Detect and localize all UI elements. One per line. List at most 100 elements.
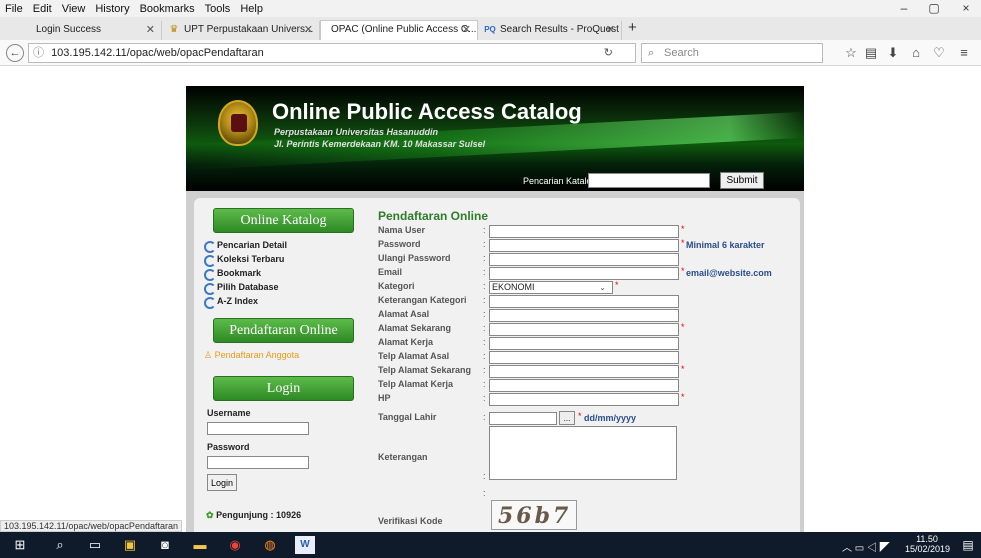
tab-login-success[interactable]: Login Success ✕ [14, 21, 162, 40]
alamat-kerja-label: Alamat Kerja [378, 337, 434, 347]
alamat-sekarang-input[interactable] [489, 323, 679, 336]
nav-pencarian-detail[interactable]: Pencarian Detail [204, 240, 287, 253]
login-button[interactable]: Login [207, 474, 237, 491]
ulangi-password-input[interactable] [489, 253, 679, 266]
nav-bookmark[interactable]: Bookmark [204, 268, 261, 281]
navigation-bar: ← ⓘ 103.195.142.11/opac/web/opacPendafta… [0, 40, 981, 66]
telp-alamat-asal-input[interactable] [489, 351, 679, 364]
date-format-hint: dd/mm/yyyy [584, 413, 637, 423]
url-bar[interactable]: ⓘ 103.195.142.11/opac/web/opacPendaftara… [28, 43, 636, 63]
catalog-search-input[interactable] [588, 173, 710, 188]
tab-upt-perpustakaan[interactable]: ♛ UPT Perpustakaan Univers... ✕ [162, 21, 320, 40]
menu-help[interactable]: Help [235, 3, 268, 15]
menu-bookmarks[interactable]: Bookmarks [135, 3, 200, 15]
alamat-asal-input[interactable] [489, 309, 679, 322]
search-icon[interactable]: ⌕ [50, 536, 70, 554]
tab-close-icon[interactable]: ✕ [146, 23, 155, 36]
required-mark: * [681, 266, 685, 276]
notification-icon[interactable]: ▤ [958, 536, 978, 554]
reload-icon[interactable]: ↻ [604, 44, 613, 62]
tab-opac[interactable]: OPAC (Online Public Access C... ✕ [320, 20, 478, 40]
minimize-button[interactable]: – [889, 0, 919, 17]
menu-tools[interactable]: Tools [200, 3, 236, 15]
online-katalog-heading: Online Katalog [213, 208, 354, 233]
tab-proquest[interactable]: PQ Search Results - ProQuest ✕ [478, 21, 622, 40]
colon: : [483, 239, 486, 249]
pendaftaran-online-heading: Pendaftaran Online [213, 318, 354, 343]
telp-alamat-sekarang-input[interactable] [489, 365, 679, 378]
required-mark: * [681, 364, 685, 374]
date-picker-button[interactable]: ... [559, 411, 575, 425]
kategori-label: Kategori [378, 281, 415, 291]
file-explorer-icon[interactable]: ▬ [190, 536, 210, 554]
colon: : [483, 471, 486, 481]
close-window-button[interactable]: × [951, 0, 981, 17]
nav-pilih-database[interactable]: Pilih Database [204, 282, 279, 295]
colon: : [483, 412, 486, 422]
colon: : [483, 295, 486, 305]
kategori-select[interactable]: EKONOMI ⌄ [489, 281, 613, 294]
windows-start-icon[interactable]: ⊞ [10, 536, 30, 554]
keterangan-textarea[interactable] [489, 426, 677, 480]
colon: : [483, 351, 486, 361]
catalog-search: Pencarian Katalog Submit [186, 172, 804, 191]
tab-close-icon[interactable]: ✕ [462, 23, 471, 36]
colon: : [483, 281, 486, 291]
store-icon[interactable]: ▣ [120, 536, 140, 554]
restore-button[interactable]: ▢ [919, 0, 949, 17]
keterangan-kategori-input[interactable] [489, 295, 679, 308]
search-input[interactable]: ⌕ Search [641, 43, 823, 63]
menu-hamburger-icon[interactable]: ≡ [955, 44, 973, 62]
alamat-asal-label: Alamat Asal [378, 309, 430, 319]
password-field-input[interactable] [489, 239, 679, 252]
hp-input[interactable] [489, 393, 679, 406]
tab-label: Login Success [36, 24, 102, 35]
nav-koleksi-terbaru[interactable]: Koleksi Terbaru [204, 254, 284, 267]
word-icon[interactable]: W [295, 536, 315, 554]
catalog-submit-button[interactable]: Submit [720, 172, 764, 189]
back-arrow-icon[interactable]: ← [6, 44, 24, 62]
nav-az-index[interactable]: A-Z Index [204, 296, 258, 309]
nav-pendaftaran-anggota[interactable]: ♙ Pendaftaran Anggota [204, 350, 299, 361]
menu-history[interactable]: History [90, 3, 134, 15]
chrome-icon[interactable]: ◉ [225, 536, 245, 554]
username-input[interactable] [207, 422, 309, 435]
clock[interactable]: 11.50 15/02/2019 [905, 534, 950, 554]
pocket-icon[interactable]: ♡ [930, 44, 948, 62]
tanggal-lahir-input[interactable] [489, 412, 557, 425]
menu-edit[interactable]: Edit [28, 3, 57, 15]
user-add-icon: ♙ [204, 350, 213, 360]
ulangi-password-label: Ulangi Password [378, 253, 451, 263]
firefox-icon[interactable]: ◍ [260, 536, 280, 554]
password-input[interactable] [207, 456, 309, 469]
telp-alamat-asal-label: Telp Alamat Asal [378, 351, 450, 361]
catalog-search-label: Pencarian Katalog [523, 176, 597, 186]
proquest-favicon-icon: PQ [484, 25, 496, 34]
bookmark-star-icon[interactable]: ☆ [842, 44, 860, 62]
colon: : [483, 323, 486, 333]
download-icon[interactable]: ⬇ [884, 44, 902, 62]
hp-label: HP [378, 393, 391, 403]
captcha-image: 56b7 [491, 500, 577, 530]
menu-file[interactable]: File [0, 3, 28, 15]
tab-close-icon[interactable]: ✕ [606, 23, 615, 36]
nama-user-input[interactable] [489, 225, 679, 238]
username-label: Username [207, 408, 251, 418]
keterangan-label: Keterangan [378, 452, 428, 462]
info-icon[interactable]: ⓘ [33, 47, 44, 59]
alamat-kerja-input[interactable] [489, 337, 679, 350]
menu-view[interactable]: View [57, 3, 91, 15]
system-tray-icons[interactable]: ︿ ▭ ◁ ◤ [842, 539, 890, 554]
clock-time: 11.50 [916, 534, 938, 544]
search-placeholder: Search [664, 47, 699, 59]
home-icon[interactable]: ⌂ [907, 44, 925, 62]
telp-alamat-kerja-input[interactable] [489, 379, 679, 392]
camera-icon[interactable]: ◙ [155, 536, 175, 554]
tab-close-icon[interactable]: ✕ [304, 23, 313, 36]
task-view-icon[interactable]: ▭ [85, 536, 105, 554]
new-tab-button[interactable]: + [628, 19, 637, 36]
email-input[interactable] [489, 267, 679, 280]
required-mark: * [681, 238, 685, 248]
reading-list-icon[interactable]: ▤ [862, 44, 880, 62]
taskbar: ⊞ ⌕ ▭ ▣ ◙ ▬ ◉ ◍ W ︿ ▭ ◁ ◤ 11.50 15/02/20… [0, 532, 981, 558]
